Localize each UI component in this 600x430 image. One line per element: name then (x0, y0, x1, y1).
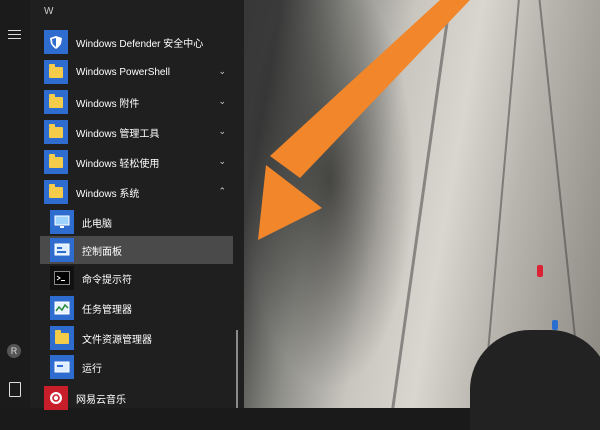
climber (552, 320, 558, 330)
task-manager-icon (50, 296, 74, 320)
chevron-down-icon: ⌄ (218, 126, 226, 136)
chevron-down-icon: ⌄ (218, 66, 226, 76)
menu-item-windows-system[interactable]: Windows 系统 ⌃ (40, 178, 240, 206)
netease-music-icon (44, 386, 68, 410)
menu-item-label: Windows 系统 (76, 188, 140, 200)
folder-icon (44, 120, 68, 144)
menu-item-task-manager[interactable]: 任务管理器 (40, 294, 240, 322)
chevron-down-icon: ⌄ (218, 96, 226, 106)
hamburger-menu-icon[interactable] (8, 30, 21, 40)
menu-item-label: Windows 管理工具 (76, 128, 160, 140)
climber (537, 265, 543, 277)
menu-item-windows-admin-tools[interactable]: Windows 管理工具 ⌄ (40, 118, 240, 146)
menu-item-label: 任务管理器 (82, 304, 132, 316)
menu-item-label: Windows PowerShell (76, 66, 170, 78)
start-menu: R W Windows Defender 安全中心 Windows PowerS… (0, 0, 244, 410)
menu-item-label: 命令提示符 (82, 274, 132, 286)
chevron-down-icon: ⌄ (218, 156, 226, 166)
menu-item-windows-defender[interactable]: Windows Defender 安全中心 (40, 28, 240, 56)
user-avatar-icon[interactable]: R (7, 344, 21, 358)
chevron-up-icon: ⌃ (218, 186, 226, 196)
menu-item-label: Windows Defender 安全中心 (76, 38, 204, 50)
documents-icon[interactable] (9, 382, 21, 397)
command-prompt-icon (50, 266, 74, 290)
menu-item-label: 运行 (82, 363, 102, 375)
computer-icon (50, 210, 74, 234)
menu-item-windows-powershell[interactable]: Windows PowerShell ⌄ (40, 58, 240, 86)
control-panel-icon (50, 238, 74, 262)
menu-item-label: Windows 轻松使用 (76, 158, 160, 170)
folder-icon (44, 60, 68, 84)
menu-item-control-panel[interactable]: 控制面板 (40, 236, 233, 264)
boulder (470, 330, 600, 430)
scrollbar[interactable] (236, 330, 238, 408)
menu-item-run[interactable]: 运行 (40, 353, 240, 381)
folder-icon (44, 150, 68, 174)
menu-item-label: 文件资源管理器 (82, 334, 152, 346)
menu-item-label: 控制面板 (82, 246, 122, 258)
menu-item-this-pc[interactable]: 此电脑 (40, 208, 240, 236)
menu-item-windows-ease-of-access[interactable]: Windows 轻松使用 ⌄ (40, 148, 240, 176)
start-menu-rail: R (0, 0, 30, 408)
menu-item-file-explorer[interactable]: 文件资源管理器 (40, 324, 240, 352)
menu-item-label: 网易云音乐 (76, 394, 126, 406)
shield-icon (44, 30, 68, 54)
file-explorer-icon (50, 326, 74, 350)
menu-item-windows-accessories[interactable]: Windows 附件 ⌄ (40, 88, 240, 116)
menu-item-label: 此电脑 (82, 218, 112, 230)
folder-icon (44, 180, 68, 204)
folder-icon (44, 90, 68, 114)
menu-item-command-prompt[interactable]: 命令提示符 (40, 264, 240, 292)
run-icon (50, 355, 74, 379)
menu-item-label: Windows 附件 (76, 98, 140, 110)
letter-group-header[interactable]: W (44, 6, 53, 17)
